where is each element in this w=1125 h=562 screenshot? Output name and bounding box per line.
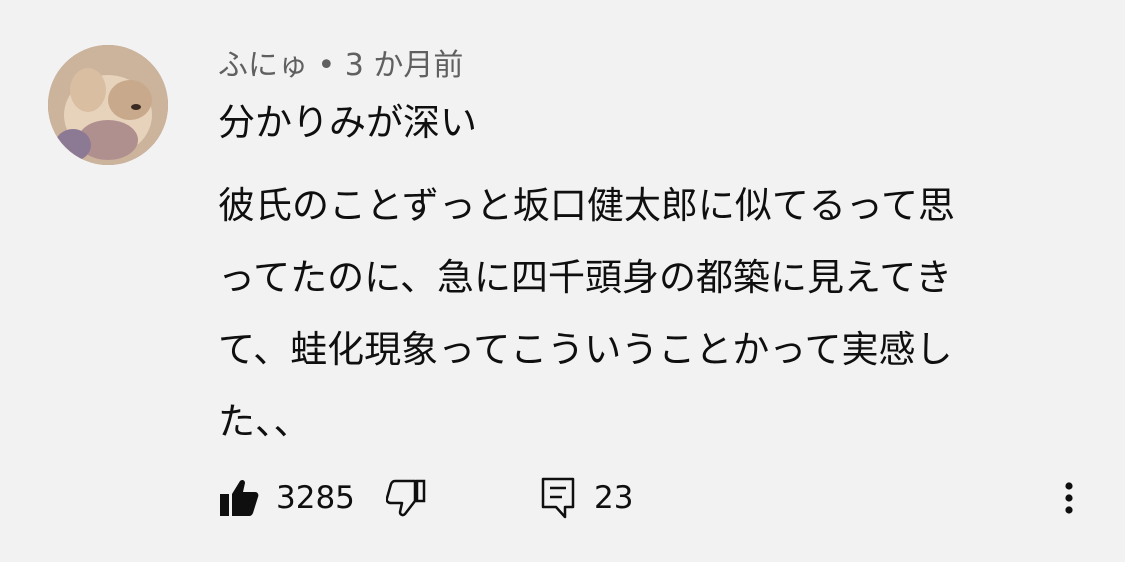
comment-meta: ふにゅ • 3 か月前: [218, 46, 463, 86]
meta-separator: •: [317, 48, 336, 83]
comment-title: 分かりみが深い: [218, 101, 477, 144]
thumbs-up-filled-icon: [220, 479, 259, 516]
time-ago: 3 か月前: [344, 48, 464, 83]
comment-body: 彼氏のことずっと坂口健太郎に似てるって思 ってたのに、急に四千頭身の都築に見えて…: [218, 184, 956, 443]
comment-icon: [541, 477, 575, 519]
comment-actions: 3285 23: [218, 474, 1098, 522]
thumbs-down-outline-icon: [386, 479, 426, 517]
puppy-avatar-image: [48, 45, 168, 165]
like-button[interactable]: [218, 474, 260, 522]
reply-count: 23: [594, 480, 634, 516]
dislike-button[interactable]: [386, 474, 428, 522]
avatar[interactable]: [48, 45, 168, 165]
reply-button[interactable]: [541, 474, 575, 522]
more-options-button[interactable]: [1061, 474, 1077, 522]
author-name[interactable]: ふにゅ: [218, 48, 308, 83]
vertical-ellipsis-icon: [1065, 482, 1073, 514]
like-count: 3285: [276, 480, 355, 516]
